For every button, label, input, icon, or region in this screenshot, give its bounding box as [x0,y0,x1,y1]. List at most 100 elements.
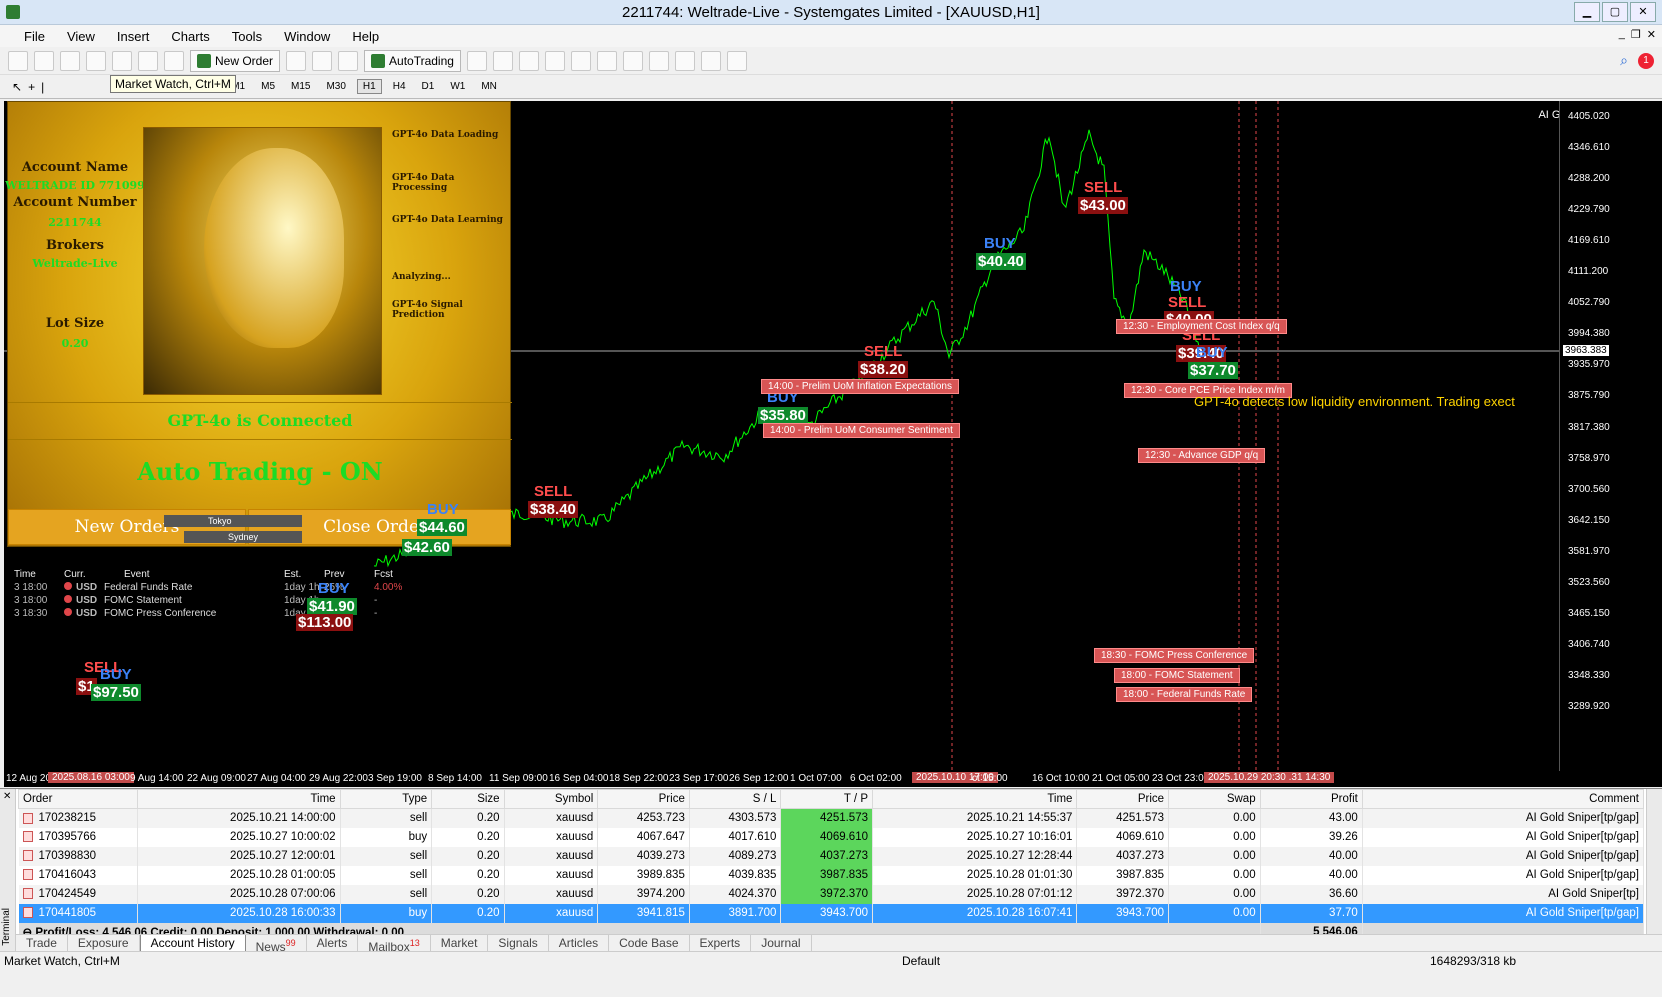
vps-icon[interactable] [338,50,359,71]
column-header[interactable]: Profit [1259,789,1363,809]
new-order-button[interactable]: New Order [190,49,281,72]
new-chart-icon[interactable] [8,50,28,71]
column-header[interactable]: Comment [1361,789,1645,809]
table-row[interactable]: 170441805 2025.10.28 16:00:33 buy 0.20 xauus… [18,903,1645,923]
signals-icon[interactable] [312,50,333,71]
market-watch-icon[interactable] [60,50,80,71]
profiles-icon[interactable] [34,50,54,71]
menu-window[interactable]: Window [284,29,330,44]
window-title: 2211744: Weltrade-Live - Systemgates Lim… [622,4,1040,21]
column-header[interactable]: Time [871,789,1078,809]
column-header[interactable]: Price [597,789,690,809]
terminal-scrollbar[interactable] [1646,789,1662,934]
table-row[interactable]: 170416043 2025.10.28 01:00:05 sell 0.20 xauu… [18,865,1645,885]
crosshair-icon[interactable]: + [28,80,35,94]
search-icon[interactable]: ⌕ [1620,52,1628,69]
tab-signals[interactable]: Signals [488,934,549,953]
tf-h1[interactable]: H1 [356,79,382,94]
autotrading-button[interactable]: AutoTrading [364,49,461,72]
table-row[interactable]: 170395766 2025.10.27 10:00:02 buy 0.20 xauus… [18,827,1645,847]
menu-charts[interactable]: Charts [171,29,209,44]
tf-m5[interactable]: M5 [256,80,280,93]
terminal-close-icon[interactable]: ✕ [3,791,11,802]
broker-value: Weltrade-Live [32,257,118,270]
tab-news[interactable]: News99 [246,934,307,954]
price-chart[interactable]: AI Gold Sniper Account Name WELTRADE ID … [4,101,1662,771]
table-cell: 0.00 [1168,827,1261,847]
table-row[interactable]: 170424549 2025.10.28 07:00:06 sell 0.20 xauu… [18,884,1645,904]
column-header[interactable]: T / P [780,789,873,809]
tab-mailbox[interactable]: Mailbox13 [358,934,431,954]
tab-experts[interactable]: Experts [690,934,752,953]
price-tick-label: 3581.970 [1568,545,1610,557]
periods-icon[interactable] [700,50,721,71]
tile-windows-icon[interactable] [596,50,617,71]
column-header[interactable]: S / L [688,789,782,809]
table-row[interactable]: 170238215 2025.10.21 14:00:00 sell 0.20 xauu… [18,808,1645,828]
column-header[interactable]: Type [339,789,433,809]
menu-view[interactable]: View [67,29,95,44]
column-header[interactable]: Order [17,789,139,809]
calendar-row: 3 18:00 USD FOMC Statement 1day 1h - [14,595,474,606]
minimize-button[interactable]: ▁ [1574,2,1600,22]
column-header[interactable]: Size [431,789,505,809]
menu-help[interactable]: Help [352,29,379,44]
column-header[interactable]: Time [137,789,341,809]
account-name-label: Account Name [21,160,129,175]
vertical-line-icon[interactable]: | [41,80,44,94]
table-cell: 2025.10.28 07:00:06 [137,884,341,904]
column-header[interactable]: Swap [1168,789,1261,809]
zoom-in-icon[interactable] [544,50,565,71]
table-cell: 4067.647 [597,827,690,847]
mdi-close-button[interactable]: ✕ [1647,28,1656,41]
data-window-icon[interactable] [86,50,106,71]
close-button[interactable]: ✕ [1630,2,1656,22]
price-axis[interactable]: 4405.020 4346.610 4288.200 4229.790 4169.610… [1559,101,1662,771]
auto-trading-status: Auto Trading - ON [137,457,383,486]
line-chart-icon[interactable] [518,50,539,71]
table-cell: 0.20 [431,846,505,866]
tab-account-history[interactable]: Account History [139,934,246,953]
notifications-badge[interactable]: 1 [1638,52,1654,69]
tab-market[interactable]: Market [431,934,489,953]
auto-scroll-icon[interactable] [622,50,643,71]
terminal-icon[interactable] [138,50,158,71]
mdi-minimize-button[interactable]: _ [1619,28,1625,41]
tf-m15[interactable]: M15 [286,80,315,93]
tf-mn[interactable]: MN [476,80,502,93]
column-header[interactable]: Symbol [503,789,599,809]
table-cell: 4017.610 [689,827,782,847]
menu-file[interactable]: File [24,29,45,44]
bar-chart-icon[interactable] [466,50,487,71]
maximize-button[interactable]: ▢ [1602,2,1628,22]
tf-m30[interactable]: M30 [321,80,350,93]
tab-journal[interactable]: Journal [751,934,812,953]
time-tick-label: 8 Sep 14:00 [428,773,482,784]
templates-icon[interactable] [726,50,747,71]
tf-h4[interactable]: H4 [388,80,411,93]
menu-insert[interactable]: Insert [117,29,150,44]
cursor-icon[interactable]: ↖ [12,80,22,94]
table-row[interactable]: 170398830 2025.10.27 12:00:01 sell 0.20 xauu… [18,846,1645,866]
tf-d1[interactable]: D1 [417,80,440,93]
tab-exposure[interactable]: Exposure [68,934,140,953]
menu-tools[interactable]: Tools [232,29,262,44]
mdi-restore-button[interactable]: ❐ [1631,28,1641,41]
status-profile[interactable]: Default [902,954,940,968]
cal-time: 3 18:00 [14,595,48,606]
zoom-out-icon[interactable] [570,50,591,71]
time-tick-label: 2025.08.16 03:00 [48,772,134,783]
tester-icon[interactable] [164,50,184,71]
tab-articles[interactable]: Articles [549,934,610,953]
tab-alerts[interactable]: Alerts [307,934,359,953]
tab-code-base[interactable]: Code Base [609,934,690,953]
candlesticks-icon[interactable] [492,50,513,71]
tf-w1[interactable]: W1 [445,80,470,93]
column-header[interactable]: Price [1076,789,1170,809]
tab-trade[interactable]: Trade [16,934,68,953]
chart-shift-icon[interactable] [648,50,669,71]
indicators-icon[interactable] [674,50,695,71]
time-axis[interactable]: 12 Aug 202 2025.08.16 03:00 9 Aug 14:00 22 … [4,771,1662,787]
metaeditor-icon[interactable] [286,50,307,71]
navigator-icon[interactable] [112,50,132,71]
